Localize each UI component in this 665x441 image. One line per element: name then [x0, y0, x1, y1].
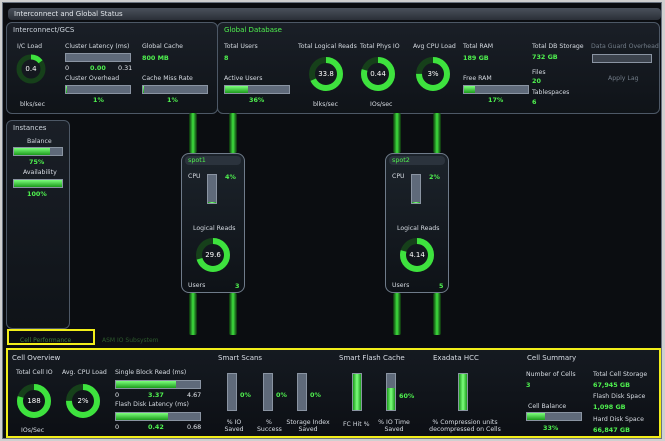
- avg-cpu-value: 3%: [427, 70, 439, 78]
- node-cpu-bar: [207, 174, 217, 204]
- node-cpu-bar: [411, 174, 421, 204]
- node-users-label: Users: [188, 282, 206, 289]
- dg-overhead-bar: [592, 54, 652, 63]
- tablespaces-label: Tablespaces: [532, 89, 570, 96]
- files-value: 20: [532, 77, 541, 85]
- node-title: spot2: [389, 156, 445, 165]
- cluster-latency-bar: [65, 53, 131, 62]
- node-cpu-value: 4%: [225, 173, 236, 181]
- active-users-bar: [224, 85, 290, 94]
- node-reads-value: 29.6: [205, 251, 221, 259]
- pipe-spot1-bottom-right: [229, 293, 237, 335]
- ic-load-label: I/C Load: [17, 43, 43, 50]
- header-title: Interconnect and Global Status: [14, 10, 123, 18]
- ic-load-gauge: 0.4: [15, 53, 47, 85]
- pipe-spot2-left: [393, 113, 401, 153]
- instances-panel: Instances Balance 75% Availability 100%: [6, 120, 70, 329]
- tab-asm-io-subsystem[interactable]: ASM IO Subsystem: [98, 335, 163, 346]
- node-reads-gauge: 29.6: [194, 236, 232, 274]
- active-users-label: Active Users: [224, 75, 263, 82]
- node-reads-gauge: 4.14: [398, 236, 436, 274]
- dg-overhead-label: Data Guard Overhead: [591, 43, 659, 50]
- free-ram-value: 17%: [488, 96, 504, 104]
- files-label: Files: [532, 69, 546, 76]
- total-ram-label: Total RAM: [463, 43, 494, 50]
- logical-reads-label: Total Logical Reads: [298, 43, 357, 50]
- interconnect-title: Interconnect/GCS: [13, 26, 75, 34]
- pipe-spot1-right: [229, 113, 237, 153]
- cluster-overhead-bar: [65, 85, 131, 94]
- availability-value: 100%: [27, 190, 47, 198]
- total-users-label: Total Users: [224, 43, 258, 50]
- avg-cpu-gauge: 3%: [414, 55, 452, 93]
- total-ram-value: 189 GB: [463, 54, 489, 62]
- logical-reads-unit: blks/sec: [313, 101, 338, 108]
- global-database-panel: Global Database Total Users 8 Active Use…: [217, 22, 660, 114]
- phys-io-label: Total Phys IO: [360, 43, 400, 50]
- header-bar: Interconnect and Global Status: [8, 8, 661, 20]
- active-users-value: 36%: [249, 96, 265, 104]
- balance-value: 75%: [29, 158, 45, 166]
- node-reads-label: Logical Reads: [397, 225, 440, 232]
- total-storage-value: 732 GB: [532, 53, 558, 61]
- ic-load-value: 0.4: [25, 65, 37, 73]
- node-users-value: 5: [439, 282, 444, 290]
- phys-io-value: 0.44: [370, 70, 386, 78]
- node-reads-value: 4.14: [409, 251, 425, 259]
- instances-title: Instances: [13, 124, 47, 132]
- node-users-label: Users: [392, 282, 410, 289]
- cache-miss-value: 1%: [167, 96, 178, 104]
- highlight-tab: [7, 329, 95, 345]
- tablespaces-value: 6: [532, 98, 537, 106]
- availability-bar: [13, 179, 63, 188]
- pipe-spot1-left: [189, 113, 197, 153]
- avg-cpu-label: Avg CPU Load: [413, 43, 456, 50]
- global-cache-value: 800 MB: [142, 54, 169, 62]
- node-users-value: 3: [235, 282, 240, 290]
- node-cpu-value: 2%: [429, 173, 440, 181]
- global-cache-label: Global Cache: [142, 43, 183, 50]
- cluster-latency-max: 0.31: [118, 64, 133, 72]
- phys-io-gauge: 0.44: [359, 55, 397, 93]
- instance-node-spot2[interactable]: spot2 CPU 2% Logical Reads 4.14 Users 5: [385, 153, 449, 293]
- dashboard-window: Interconnect and Global Status Interconn…: [2, 2, 662, 439]
- instance-node-spot1[interactable]: spot1 CPU 4% Logical Reads 29.6 Users 3: [181, 153, 245, 293]
- node-reads-label: Logical Reads: [193, 225, 236, 232]
- interconnect-panel: Interconnect/GCS I/C Load 0.4 blks/sec C…: [6, 22, 218, 114]
- total-users-value: 8: [224, 54, 229, 62]
- phys-io-unit: IOs/sec: [370, 101, 393, 108]
- apply-lag-label: Apply Lag: [608, 75, 639, 82]
- cluster-overhead-label: Cluster Overhead: [65, 75, 120, 82]
- free-ram-label: Free RAM: [463, 75, 492, 82]
- global-db-title: Global Database: [224, 26, 282, 34]
- node-title: spot1: [185, 156, 241, 165]
- cluster-latency-min: 0: [65, 64, 70, 72]
- cluster-latency-label: Cluster Latency (ms): [65, 43, 130, 50]
- pipe-spot2-bottom-right: [433, 293, 441, 335]
- availability-label: Availability: [23, 169, 57, 176]
- node-cpu-label: CPU: [392, 173, 405, 180]
- pipe-spot1-bottom-left: [189, 293, 197, 335]
- bottom-tab-strip: Cell Performance ASM IO Subsystem: [8, 334, 661, 346]
- balance-bar: [13, 147, 63, 156]
- node-cpu-label: CPU: [188, 173, 201, 180]
- total-storage-label: Total DB Storage: [532, 43, 584, 50]
- logical-reads-value: 33.8: [318, 70, 334, 78]
- ic-load-unit: blks/sec: [20, 101, 45, 108]
- cache-miss-label: Cache Miss Rate: [142, 75, 193, 82]
- cache-miss-bar: [142, 85, 208, 94]
- pipe-spot2-right: [433, 113, 441, 153]
- cluster-latency-value: 0.00: [90, 64, 106, 72]
- free-ram-bar: [463, 85, 529, 94]
- logical-reads-gauge: 33.8: [307, 55, 345, 93]
- highlight-cell-panel: [6, 348, 661, 438]
- cluster-overhead-value: 1%: [93, 96, 104, 104]
- pipe-spot2-bottom-left: [393, 293, 401, 335]
- balance-label: Balance: [27, 138, 52, 145]
